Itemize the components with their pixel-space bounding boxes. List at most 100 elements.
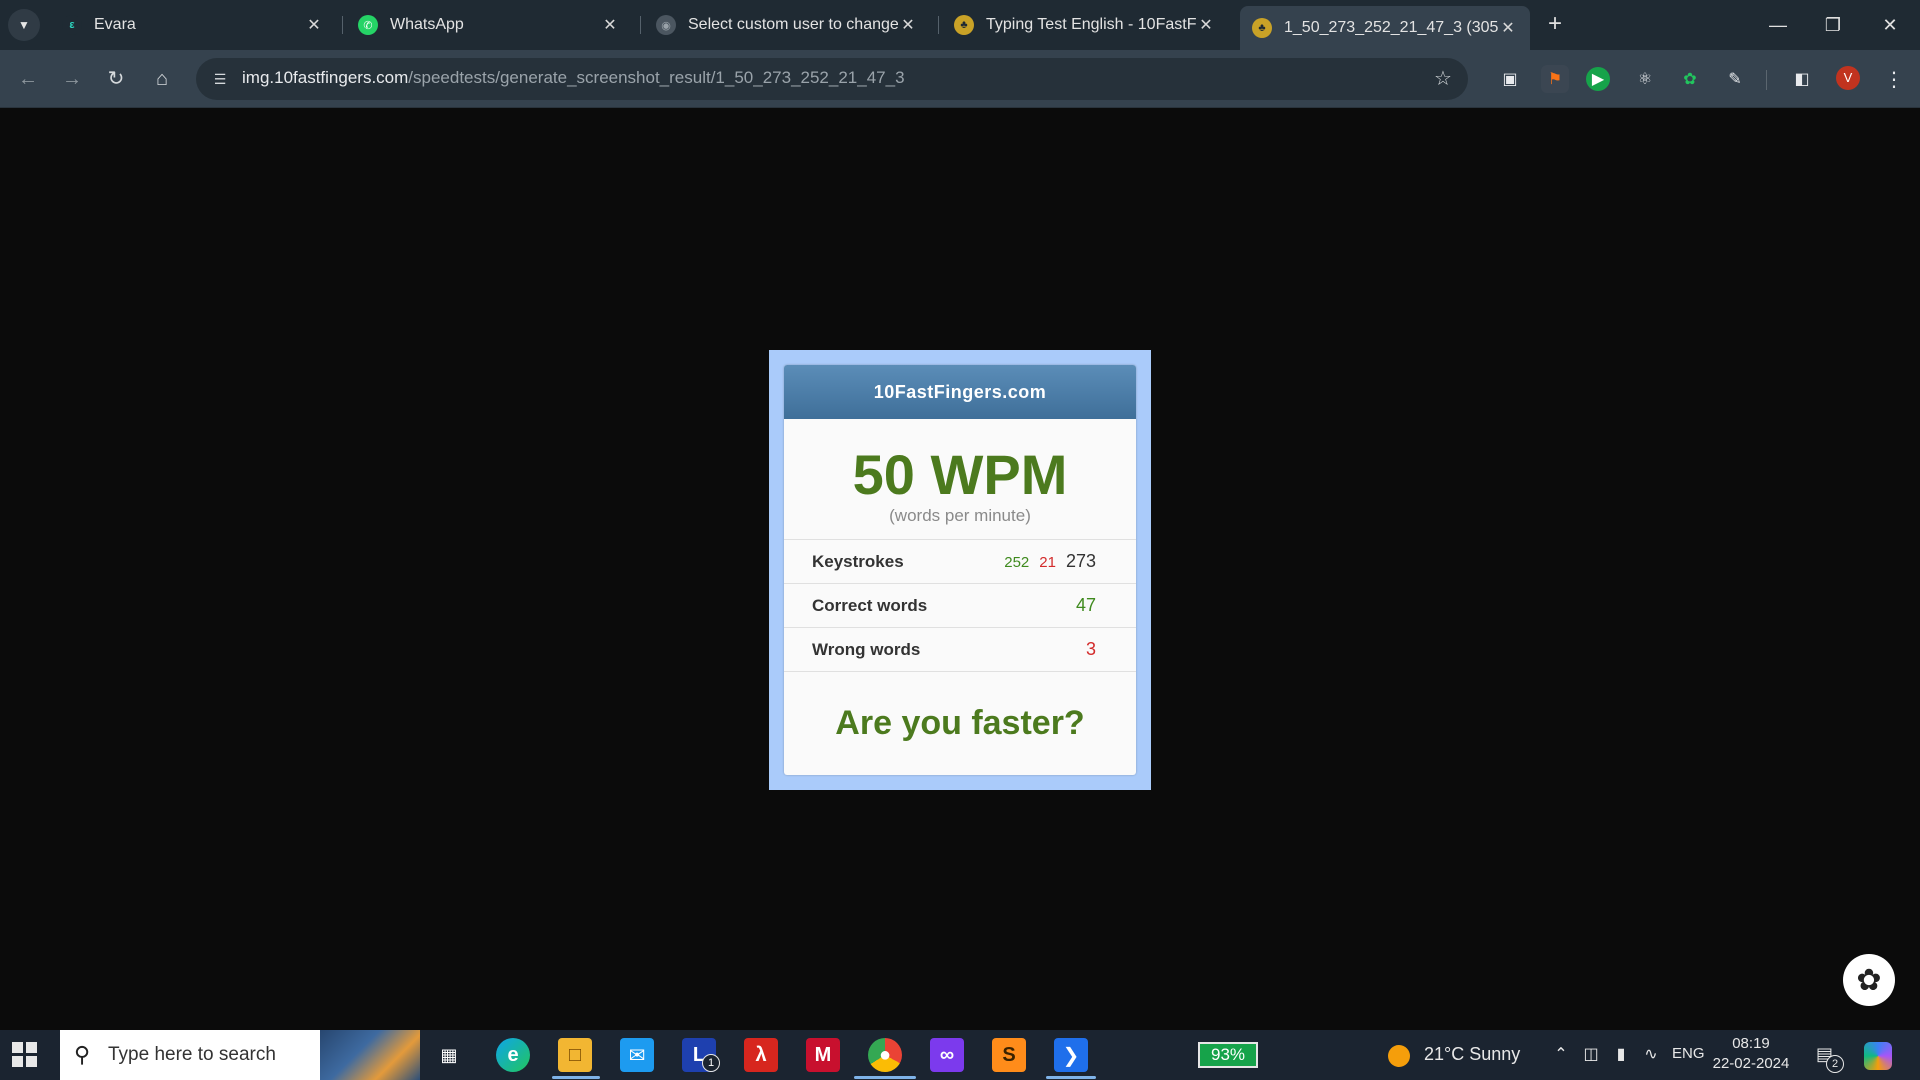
keystrokes-values: 252 21 273 [1004,551,1096,572]
weather-text[interactable]: 21°C Sunny [1424,1044,1520,1065]
reload-button[interactable]: ↻ [100,63,132,95]
cast-icon[interactable]: ▣ [1496,65,1524,93]
url-path: /speedtests/generate_screenshot_result/1… [408,68,905,87]
home-icon: ⌂ [155,68,169,90]
browser-toolbar: ← → ↻ ⌂ ☰ img.10fastfingers.com/speedtes… [0,50,1920,108]
close-icon[interactable]: ✕ [304,15,324,35]
row-label: Wrong words [812,640,921,659]
tenfastfingers-icon: ♣ [954,15,974,35]
tab-evara[interactable]: ε Evara ✕ [50,8,336,42]
clock-time: 08:19 [1732,1035,1770,1052]
wrong-words-row: Wrong words 3 [784,628,1136,672]
sublime-text-icon[interactable]: S [992,1038,1026,1072]
url-host: img.10fastfingers.com [242,68,409,87]
url-text[interactable]: img.10fastfingers.com/speedtests/generat… [242,68,905,88]
taskbar-search-box[interactable]: ⚲ Type here to search [60,1030,420,1080]
wpm-block: 50 WPM (words per minute) [784,419,1136,540]
arrow-left-icon: ← [18,68,38,90]
wifi-icon[interactable]: ∿ [1640,1044,1662,1066]
battery-percent-badge[interactable]: 93% [1198,1042,1258,1068]
bookmark-star-icon[interactable]: ☆ [1430,66,1456,92]
tab-whatsapp[interactable]: ✆ WhatsApp ✕ [346,8,632,42]
home-button[interactable]: ⌂ [146,63,178,95]
back-button[interactable]: ← [12,63,44,95]
mcafee-icon[interactable]: M [806,1038,840,1072]
close-icon[interactable]: ✕ [600,15,620,35]
menu-kebab-icon[interactable]: ⋮ [1880,65,1908,93]
close-icon[interactable]: ✕ [898,15,918,35]
wrong-words-value: 3 [1085,639,1096,659]
mail-icon[interactable]: ✉ [620,1038,654,1072]
new-tab-button[interactable]: + [1542,12,1568,38]
tab-title: Typing Test English - 10FastFing [986,16,1196,33]
row-label: Correct words [812,596,928,615]
task-view-icon[interactable]: ▦ [432,1038,466,1072]
battery-icon[interactable]: ▮ [1610,1044,1632,1066]
tab-typing-test[interactable]: ♣ Typing Test English - 10FastFing ✕ [942,8,1228,42]
file-explorer-icon[interactable]: □ [558,1038,592,1072]
language-indicator[interactable]: ENG [1672,1045,1705,1062]
close-icon[interactable]: ✕ [1196,15,1216,35]
visual-studio-icon[interactable]: ∞ [930,1038,964,1072]
reload-icon: ↻ [107,68,125,90]
close-window-button[interactable]: ✕ [1870,10,1910,40]
total-keystrokes: 273 [1065,551,1096,571]
correct-words-value: 47 [1075,595,1096,615]
keystrokes-row: Keystrokes 252 21 273 [784,540,1136,584]
react-devtools-icon[interactable]: ⚛ [1631,65,1659,93]
result-card: 10FastFingers.com 50 WPM (words per minu… [784,365,1136,775]
lens-badge: 1 [702,1054,720,1072]
taskbar: ⚲ Type here to search ▦ e □ ✉ L 1 λ M ● … [0,1030,1920,1080]
meet-now-icon[interactable]: ◫ [1580,1044,1602,1066]
search-highlight-image [320,1030,420,1080]
close-icon[interactable]: ✕ [1498,18,1518,38]
notification-count-badge: 2 [1826,1055,1844,1073]
chatgpt-floating-button[interactable]: ✿ [1843,954,1895,1006]
extension-flag-icon[interactable]: ⚑ [1541,65,1569,93]
address-bar[interactable]: ☰ img.10fastfingers.com/speedtests/gener… [196,58,1468,100]
tab-title: WhatsApp [390,16,464,33]
globe-icon: ◉ [656,15,676,35]
profile-avatar[interactable]: V [1836,66,1860,90]
windows-logo-icon [12,1042,23,1053]
wpm-value: 50 WPM [852,443,1068,506]
copilot-icon[interactable] [1864,1042,1892,1070]
vscode-icon[interactable]: ❯ [1054,1038,1088,1072]
wrong-keystrokes: 21 [1039,554,1056,571]
tab-select-user[interactable]: ◉ Select custom user to change | I ✕ [644,8,930,42]
site-info-icon[interactable]: ☰ [208,68,232,90]
correct-words-row: Correct words 47 [784,584,1136,628]
tab-search-button[interactable]: ▼ [8,9,40,41]
evara-icon: ε [62,15,82,35]
clock-date: 22-02-2024 [1712,1055,1790,1072]
chevron-down-icon: ▼ [18,18,30,32]
minimize-icon: — [1769,15,1787,35]
start-button[interactable] [12,1042,38,1068]
record-extension-icon[interactable]: ▶ [1586,67,1610,91]
chatgpt-icon: ✿ [1856,963,1882,997]
acrobat-icon[interactable]: λ [744,1038,778,1072]
chrome-icon[interactable]: ● [868,1038,902,1072]
wpm-subtitle: (words per minute) [889,506,1031,525]
side-panel-icon[interactable]: ◧ [1788,65,1816,93]
tab-result-image[interactable]: ♣ 1_50_273_252_21_47_3 (305×35 ✕ [1240,6,1530,50]
chatgpt-extension-icon[interactable]: ✿ [1676,65,1704,93]
extensions-puzzle-icon[interactable]: ✎ [1721,65,1749,93]
restore-button[interactable]: ❐ [1813,10,1853,40]
weather-sun-icon[interactable] [1388,1045,1410,1067]
challenge-text: Are you faster? [835,704,1085,742]
tenfastfingers-icon: ♣ [1252,18,1272,38]
clock[interactable]: 08:19 22-02-2024 [1706,1034,1796,1074]
edge-icon[interactable]: e [496,1038,530,1072]
search-placeholder: Type here to search [108,1044,276,1065]
forward-button[interactable]: → [56,63,88,95]
site-header: 10FastFingers.com [784,365,1136,419]
tab-title: Evara [94,16,136,33]
restore-icon: ❐ [1824,15,1842,35]
search-icon: ⚲ [74,1042,91,1067]
tab-title: 1_50_273_252_21_47_3 (305×35 [1284,19,1498,36]
minimize-button[interactable]: — [1758,10,1798,40]
plus-icon: + [1547,10,1562,37]
tab-title: Select custom user to change | I [688,16,898,33]
chevron-up-icon[interactable]: ⌃ [1550,1044,1572,1066]
